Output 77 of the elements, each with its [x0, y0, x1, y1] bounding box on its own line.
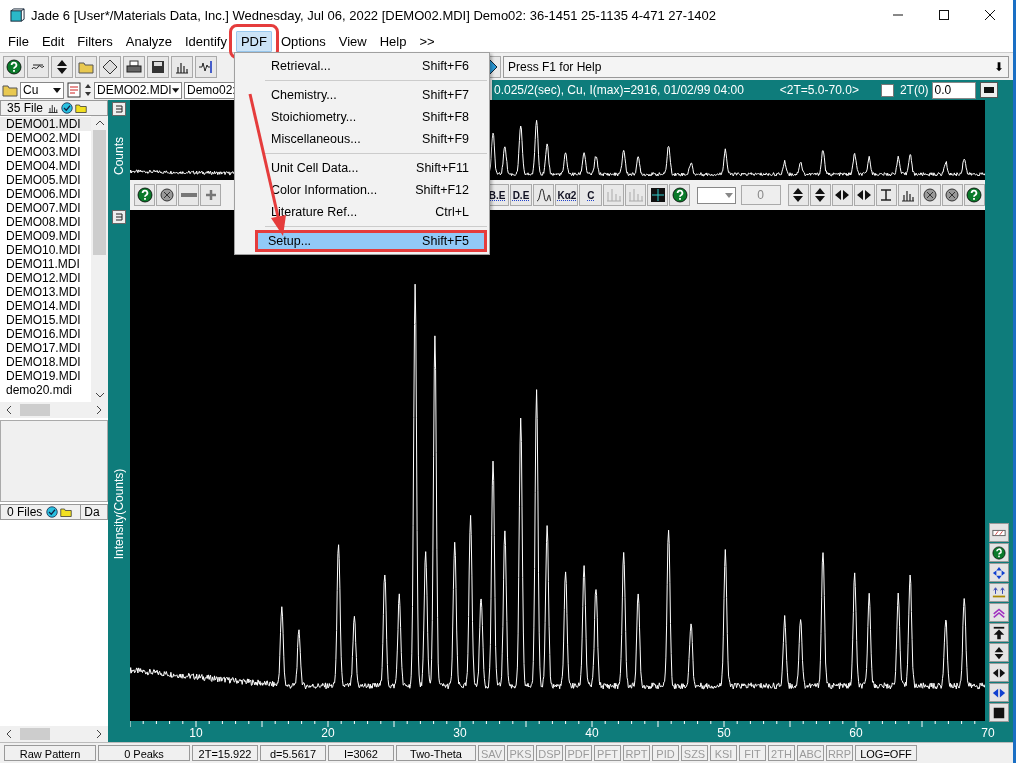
status-cell: DSP	[536, 745, 563, 761]
file-list-item[interactable]: DEMO05.MDI	[0, 173, 91, 187]
menu-item[interactable]: Retrieval... Shift+F6	[237, 55, 487, 77]
menu-item[interactable]: Help	[375, 31, 411, 51]
file-list-item[interactable]: DEMO15.MDI	[0, 313, 91, 327]
status-cell: SZS	[681, 745, 708, 761]
menu-item[interactable]: File	[4, 31, 33, 51]
menu-item[interactable]: Analyze	[121, 31, 176, 51]
status-cell: KSI	[710, 745, 737, 761]
file-list-item[interactable]: DEMO12.MDI	[0, 271, 91, 285]
status-cell: ABC	[797, 745, 824, 761]
y-axis-label: Intensity(Counts)	[112, 468, 126, 560]
file-list-item[interactable]: DEMO18.MDI	[0, 355, 91, 369]
file-list-item[interactable]: DEMO17.MDI	[0, 341, 91, 355]
file-list-item[interactable]: DEMO16.MDI	[0, 327, 91, 341]
file-list-item[interactable]: DEMO14.MDI	[0, 299, 91, 313]
status-cell: d=5.5617	[260, 745, 326, 761]
axis-label: Counts	[112, 137, 126, 175]
status-cell: PDF	[565, 745, 592, 761]
file-list-item[interactable]: demo20.mdi	[0, 383, 91, 397]
range-text: <2T=5.0-70.0>	[779, 83, 859, 97]
x-tick-label: 10	[189, 726, 203, 740]
menu-item[interactable]: Options	[276, 31, 330, 51]
column-header[interactable]: Da	[80, 505, 100, 519]
scan-info: 0.025/2(sec), Cu, I(max)=2916, 01/02/99 04:00	[494, 83, 744, 97]
toolbar-button[interactable]: Kα2	[555, 184, 579, 206]
status-cell: 2T=15.922	[192, 745, 258, 761]
file-list-item[interactable]: DEMO02.MDI	[0, 131, 91, 145]
status-cell: Raw Pattern	[4, 745, 96, 761]
status-cell: PID	[652, 745, 679, 761]
element-dropdown[interactable]: Cu	[20, 81, 64, 99]
file-list-item[interactable]: DEMO13.MDI	[0, 285, 91, 299]
offset-label: 2T(0)	[899, 83, 929, 97]
file-dropdown[interactable]: DEMO02.MDI	[94, 81, 182, 99]
x-tick-label: 30	[453, 726, 467, 740]
status-cell: 2TH	[768, 745, 795, 761]
menu-item[interactable]: Unit Cell Data... Shift+F11	[237, 157, 487, 179]
file-list-item[interactable]: DEMO10.MDI	[0, 243, 91, 257]
status-cell: PFT	[594, 745, 621, 761]
status-cell: PKS	[507, 745, 534, 761]
toolbar-button[interactable]: D.E	[509, 184, 533, 206]
status-cell: Two-Theta	[396, 745, 476, 761]
file-list-item[interactable]: DEMO01.MDI	[0, 117, 91, 131]
window-title: Jade 6 [User*/Materials Data, Inc.] Wednesday, Jul 06, 2022 [DEMO02.MDI] Demo02: 36-1451 25-1135 4-471 27-1402	[31, 7, 718, 23]
status-cell: LOG=OFF	[855, 745, 917, 761]
help-text: Press F1 for Help	[508, 59, 602, 74]
status-cell: FIT	[739, 745, 766, 761]
file-list-item[interactable]: DEMO04.MDI	[0, 159, 91, 173]
menu-item[interactable]: Setup... Shift+F5	[255, 230, 487, 252]
status-cell: RPT	[623, 745, 650, 761]
status-cell: SAV	[478, 745, 505, 761]
file-list-item[interactable]: DEMO11.MDI	[0, 257, 91, 271]
status-cell: I=3062	[328, 745, 394, 761]
menu-item[interactable]: >>	[415, 31, 439, 51]
offset-field[interactable]: 0.0	[931, 81, 976, 99]
menu-item[interactable]: View	[334, 31, 371, 51]
status-cell: 0 Peaks	[98, 745, 190, 761]
status-cell: RRP	[826, 745, 853, 761]
x-tick-label: 60	[849, 726, 863, 740]
file-list-item[interactable]: DEMO03.MDI	[0, 145, 91, 159]
menu-item[interactable]: Identify	[181, 31, 231, 51]
menu-item[interactable]: Filters	[73, 31, 117, 51]
file-count: 35 File	[7, 101, 44, 115]
x-tick-label: 20	[321, 726, 335, 740]
file-list-item[interactable]: DEMO06.MDI	[0, 187, 91, 201]
file-count: 0 Files	[7, 505, 43, 519]
down-arrow-glyph[interactable]: ⬇	[994, 59, 1004, 74]
x-tick-label: 70	[981, 726, 995, 740]
menu-item[interactable]: Miscellaneous... Shift+F9	[237, 128, 487, 150]
file-list-item[interactable]: DEMO08.MDI	[0, 215, 91, 229]
menu-item[interactable]: Stoichiometry... Shift+F8	[237, 106, 487, 128]
file-list-item[interactable]: DEMO09.MDI	[0, 229, 91, 243]
menu-item[interactable]: Edit	[37, 31, 69, 51]
file-list-item[interactable]: DEMO19.MDI	[0, 369, 91, 383]
x-tick-label: 40	[585, 726, 599, 740]
file-list-item[interactable]: DEMO07.MDI	[0, 201, 91, 215]
x-tick-label: 50	[717, 726, 731, 740]
